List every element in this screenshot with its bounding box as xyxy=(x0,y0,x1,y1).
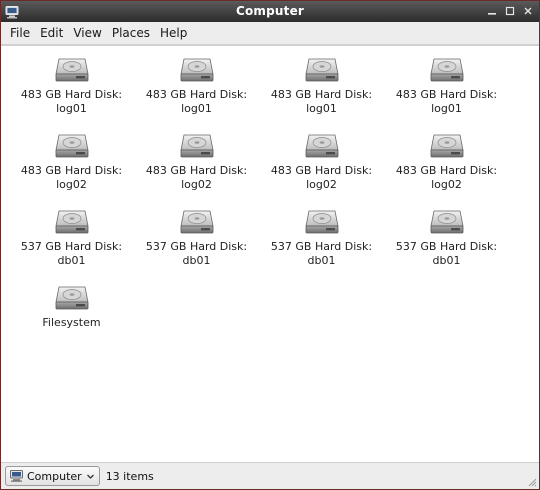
hard-disk-icon xyxy=(430,210,463,234)
device-label: 483 GB Hard Disk: log01 xyxy=(270,88,373,115)
device-item[interactable]: 483 GB Hard Disk: log01 xyxy=(134,56,259,132)
hard-disk-icon xyxy=(180,58,213,82)
hard-disk-icon xyxy=(305,210,338,234)
device-label: 537 GB Hard Disk: db01 xyxy=(270,240,373,267)
device-label: 537 GB Hard Disk: db01 xyxy=(395,240,498,267)
menu-help[interactable]: Help xyxy=(155,24,192,42)
device-label: 483 GB Hard Disk: log02 xyxy=(270,164,373,191)
location-dropdown[interactable]: Computer xyxy=(5,466,100,486)
device-grid: 483 GB Hard Disk: log01 483 GB Hard Disk… xyxy=(9,56,509,360)
chevron-down-icon xyxy=(86,474,94,479)
menu-file[interactable]: File xyxy=(5,24,35,42)
device-label: 483 GB Hard Disk: log02 xyxy=(145,164,248,191)
location-label: Computer xyxy=(27,469,82,483)
device-item[interactable]: 483 GB Hard Disk: log02 xyxy=(9,132,134,208)
hard-disk-icon xyxy=(305,58,338,82)
device-item[interactable]: Filesystem xyxy=(9,284,134,360)
device-label: 483 GB Hard Disk: log02 xyxy=(395,164,498,191)
hard-disk-icon xyxy=(430,134,463,158)
computer-icon xyxy=(10,470,23,482)
device-label: 537 GB Hard Disk: db01 xyxy=(145,240,248,267)
hard-disk-icon xyxy=(180,210,213,234)
menu-view[interactable]: View xyxy=(68,24,106,42)
menu-bar: File Edit View Places Help xyxy=(1,22,539,45)
maximize-icon xyxy=(505,6,515,16)
device-item[interactable]: 537 GB Hard Disk: db01 xyxy=(134,208,259,284)
hard-disk-icon xyxy=(430,58,463,82)
device-label: 483 GB Hard Disk: log01 xyxy=(395,88,498,115)
close-button[interactable] xyxy=(521,4,535,18)
device-label: 537 GB Hard Disk: db01 xyxy=(20,240,123,267)
device-label: 483 GB Hard Disk: log01 xyxy=(20,88,123,115)
hard-disk-icon xyxy=(55,210,88,234)
file-manager-window: Computer File Edit View Places Help 483 … xyxy=(0,0,540,490)
device-item[interactable]: 483 GB Hard Disk: log02 xyxy=(134,132,259,208)
resize-grip-icon[interactable] xyxy=(525,475,537,487)
status-bar: Computer 13 items xyxy=(1,462,539,489)
hard-disk-icon xyxy=(305,134,338,158)
items-count: 13 items xyxy=(105,469,154,483)
icon-view[interactable]: 483 GB Hard Disk: log01 483 GB Hard Disk… xyxy=(1,45,539,463)
maximize-button[interactable] xyxy=(503,4,517,18)
hard-disk-icon xyxy=(55,134,88,158)
device-item[interactable]: 483 GB Hard Disk: log01 xyxy=(9,56,134,132)
hard-disk-icon xyxy=(180,134,213,158)
device-item[interactable]: 537 GB Hard Disk: db01 xyxy=(9,208,134,284)
menu-places[interactable]: Places xyxy=(107,24,155,42)
minimize-icon xyxy=(488,13,496,15)
device-item[interactable]: 483 GB Hard Disk: log02 xyxy=(259,132,384,208)
device-item[interactable]: 483 GB Hard Disk: log01 xyxy=(384,56,509,132)
device-item[interactable]: 537 GB Hard Disk: db01 xyxy=(259,208,384,284)
device-item[interactable]: 483 GB Hard Disk: log01 xyxy=(259,56,384,132)
menu-edit[interactable]: Edit xyxy=(35,24,68,42)
device-label: Filesystem xyxy=(42,316,101,329)
window-title: Computer xyxy=(235,4,305,18)
hard-disk-icon xyxy=(55,58,88,82)
device-item[interactable]: 537 GB Hard Disk: db01 xyxy=(384,208,509,284)
device-label: 483 GB Hard Disk: log01 xyxy=(145,88,248,115)
title-bar[interactable]: Computer xyxy=(1,1,539,22)
close-icon xyxy=(524,7,532,15)
minimize-button[interactable] xyxy=(485,4,499,18)
device-item[interactable]: 483 GB Hard Disk: log02 xyxy=(384,132,509,208)
device-label: 483 GB Hard Disk: log02 xyxy=(20,164,123,191)
hard-disk-icon xyxy=(55,286,88,310)
